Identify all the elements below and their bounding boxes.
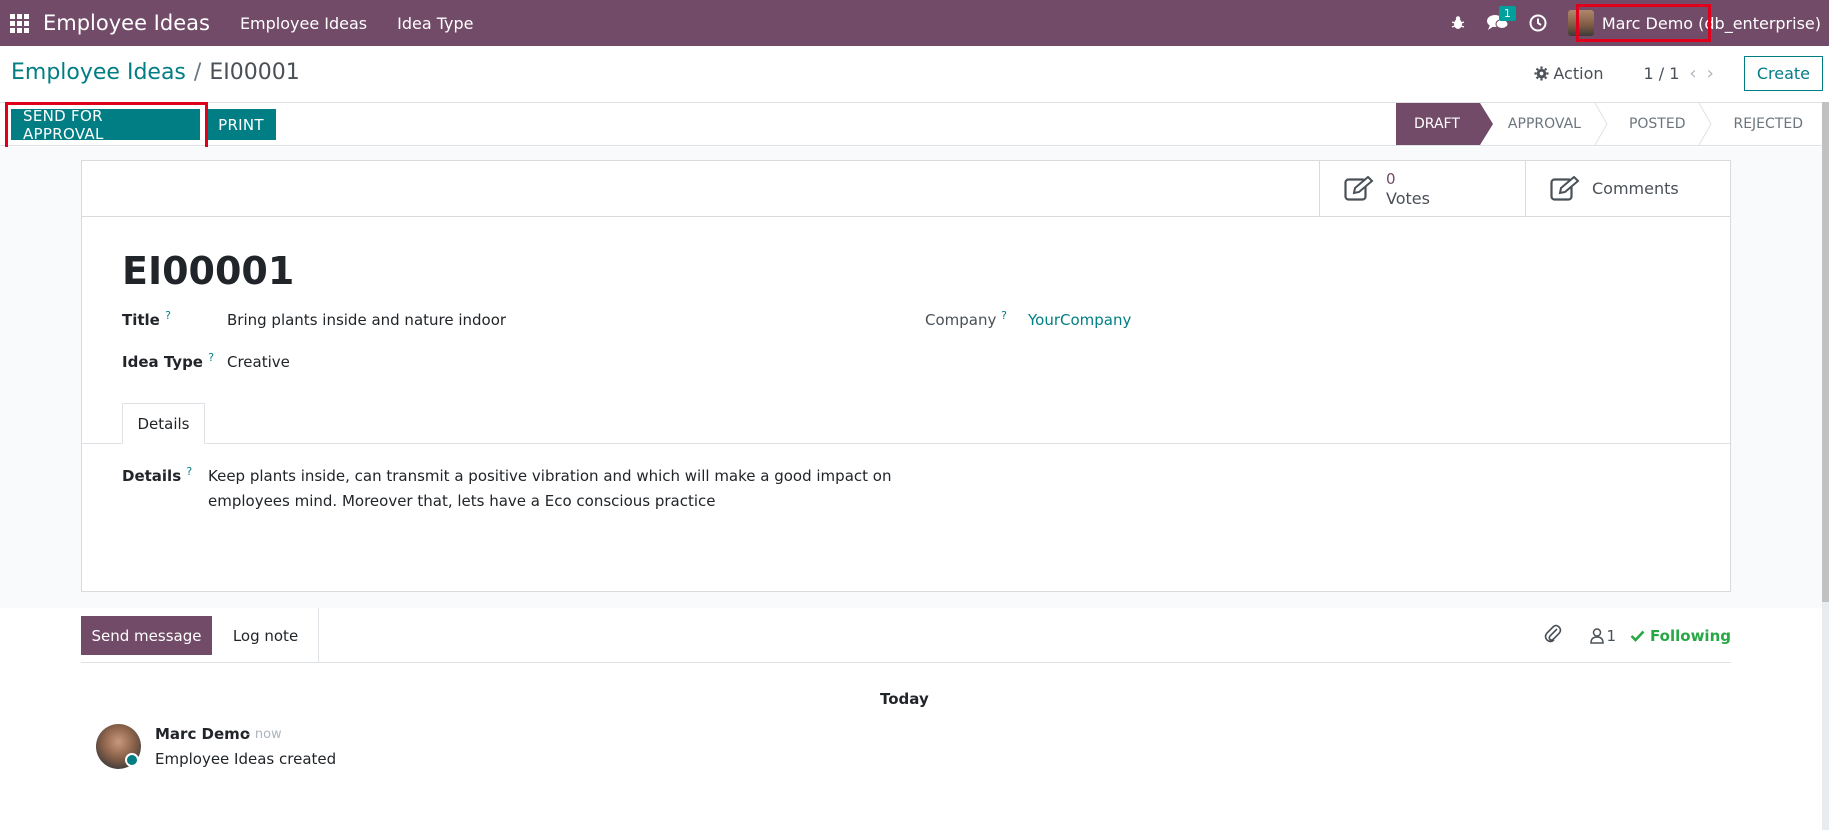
details-line-1: Keep plants inside, can transmit a posit…: [208, 467, 892, 485]
print-button[interactable]: PRINT: [206, 109, 276, 140]
user-name: Marc Demo (db_enterprise): [1601, 13, 1821, 33]
edit-pencil-icon: [1344, 175, 1374, 201]
pager-previous-icon[interactable]: ‹: [1689, 63, 1696, 84]
details-field-label: Details ?: [122, 465, 192, 485]
help-tooltip-icon[interactable]: ?: [165, 309, 171, 322]
idea-type-label-text: Idea Type: [122, 353, 203, 371]
date-separator: Today: [880, 690, 929, 708]
votes-label: Votes: [1386, 188, 1430, 208]
breadcrumb-current: EI00001: [209, 60, 300, 85]
messages-chat-icon[interactable]: 1: [1478, 0, 1518, 46]
notebook-tab-bar: [82, 443, 1730, 444]
comments-smart-button[interactable]: Comments: [1525, 161, 1731, 216]
online-status-icon: [125, 753, 139, 767]
following-label: Following: [1650, 626, 1731, 645]
breadcrumb-parent-link[interactable]: Employee Ideas: [11, 60, 186, 85]
title-field-value[interactable]: Bring plants inside and nature indoor: [227, 311, 506, 329]
company-label-text: Company: [925, 311, 997, 329]
user-icon: [1589, 627, 1604, 644]
details-line-2: employees mind. Moreover that, lets have…: [208, 492, 716, 510]
user-avatar: [1567, 10, 1594, 36]
followers-button[interactable]: 1: [1589, 626, 1617, 645]
menu-employee-ideas[interactable]: Employee Ideas: [240, 14, 367, 33]
message-author[interactable]: Marc Demo: [155, 725, 250, 743]
check-icon: [1630, 630, 1645, 642]
send-message-button[interactable]: Send message: [81, 616, 212, 655]
pager-next-icon[interactable]: ›: [1707, 63, 1714, 84]
details-label-text: Details: [122, 467, 182, 485]
app-brand[interactable]: Employee Ideas: [43, 11, 210, 35]
menu-idea-type[interactable]: Idea Type: [397, 14, 473, 33]
message-time: - now: [246, 727, 282, 742]
votes-smart-button[interactable]: 0 Votes: [1319, 161, 1525, 216]
following-button[interactable]: Following: [1630, 627, 1731, 645]
action-label: Action: [1553, 63, 1604, 83]
paperclip-icon[interactable]: [1544, 624, 1562, 648]
stage-approval-label: APPROVAL: [1507, 116, 1581, 132]
gear-icon: [1534, 65, 1549, 81]
action-dropdown-button[interactable]: Action: [1534, 63, 1604, 83]
help-tooltip-icon[interactable]: ?: [186, 465, 192, 478]
user-menu[interactable]: Marc Demo (db_enterprise): [1558, 0, 1829, 46]
activity-clock-icon[interactable]: [1518, 0, 1558, 46]
help-tooltip-icon[interactable]: ?: [208, 351, 214, 364]
edit-pencil-icon: [1550, 175, 1580, 201]
form-statusbar: SEND FOR APPROVAL PRINT DRAFT APPROVAL P…: [0, 102, 1829, 146]
stage-draft[interactable]: DRAFT: [1396, 103, 1493, 145]
apps-menu-icon[interactable]: [5, 0, 33, 46]
smart-button-box: 0 Votes Comments: [82, 161, 1730, 217]
scrollbar-thumb[interactable]: [1822, 102, 1829, 602]
pager-value[interactable]: 1 / 1: [1644, 64, 1680, 83]
stage-pipeline: DRAFT APPROVAL POSTED REJECTED: [1396, 103, 1823, 145]
messages-count-badge: 1: [1498, 6, 1516, 21]
details-field-value[interactable]: Keep plants inside, can transmit a posit…: [208, 464, 898, 514]
stage-posted-label: POSTED: [1628, 116, 1686, 132]
comments-label: Comments: [1592, 179, 1679, 198]
breadcrumb: Employee Ideas / EI00001: [11, 60, 300, 85]
help-tooltip-icon[interactable]: ?: [1001, 309, 1007, 322]
stage-approval[interactable]: APPROVAL: [1480, 103, 1608, 145]
send-for-approval-button[interactable]: SEND FOR APPROVAL: [11, 107, 200, 143]
idea-type-field-label: Idea Type ?: [122, 351, 214, 371]
page-scrollbar[interactable]: [1822, 102, 1829, 830]
votes-count: 0: [1386, 169, 1396, 188]
record-title: EI00001: [122, 249, 295, 293]
tab-details[interactable]: Details: [122, 403, 205, 444]
stage-posted[interactable]: POSTED: [1601, 103, 1713, 145]
chatter-divider: [318, 608, 319, 663]
company-field-label: Company ?: [925, 309, 1007, 329]
message-body: Employee Ideas created: [155, 750, 337, 768]
debug-bug-icon[interactable]: [1438, 0, 1478, 46]
chatter-topbar: Send message Log note 1 Following: [81, 608, 1731, 663]
form-sheet: 0 Votes Comments EI00001 Title ? Bring p…: [81, 160, 1731, 592]
title-label-text: Title: [122, 311, 160, 329]
followers-count: 1: [1606, 626, 1617, 645]
top-navbar: Employee Ideas Employee Ideas Idea Type …: [0, 0, 1829, 46]
stage-rejected[interactable]: REJECTED: [1705, 103, 1823, 145]
title-field-label: Title ?: [122, 309, 171, 329]
create-button[interactable]: Create: [1743, 55, 1823, 91]
breadcrumb-separator: /: [193, 60, 202, 85]
company-field-value[interactable]: YourCompany: [1028, 311, 1131, 329]
log-note-button[interactable]: Log note: [212, 616, 319, 655]
idea-type-field-value[interactable]: Creative: [227, 353, 290, 371]
